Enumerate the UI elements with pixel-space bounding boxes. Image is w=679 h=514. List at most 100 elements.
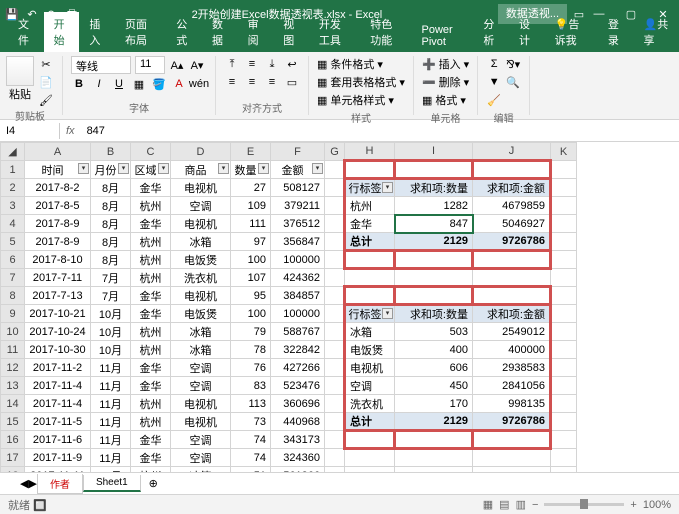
pivot-cell[interactable]: 170 [395, 395, 473, 413]
cell[interactable]: 2017-8-10 [25, 251, 91, 269]
filter-dropdown-icon[interactable]: ▾ [218, 163, 229, 174]
cell[interactable]: 2017-11-4 [25, 377, 91, 395]
row-header[interactable]: 1 [1, 161, 25, 179]
col-header[interactable]: H [345, 143, 395, 161]
pivot-cell[interactable] [345, 251, 395, 269]
pivot-cell[interactable]: 2129 [395, 233, 473, 251]
sheet-tab-sheet1[interactable]: Sheet1 [83, 475, 141, 492]
cell[interactable]: 11月 [91, 359, 131, 377]
cell[interactable] [551, 431, 577, 449]
cell[interactable] [325, 269, 345, 287]
cell[interactable]: 427266 [271, 359, 325, 377]
pivot-cell[interactable]: 总计 [345, 413, 395, 431]
tab-formula[interactable]: 公式 [166, 12, 202, 52]
cell[interactable]: 电视机 [171, 413, 231, 431]
pivot-cell[interactable] [345, 431, 395, 449]
pivot-cell[interactable]: 503 [395, 323, 473, 341]
row-header[interactable]: 7 [1, 269, 25, 287]
cell[interactable]: 76 [231, 359, 271, 377]
cell[interactable]: 83 [231, 377, 271, 395]
select-all-cell[interactable]: ◢ [1, 143, 25, 161]
pivot-cell[interactable]: 606 [395, 359, 473, 377]
cell[interactable] [551, 269, 577, 287]
pivot-cell[interactable]: 2841056 [473, 377, 551, 395]
pivot-cell[interactable]: 9726786 [473, 233, 551, 251]
cell[interactable]: 杭州 [131, 251, 171, 269]
cell[interactable]: 2017-7-11 [25, 269, 91, 287]
cell[interactable] [325, 233, 345, 251]
filter-dropdown-icon[interactable]: ▾ [312, 163, 323, 174]
autosum-icon[interactable]: Σ [486, 56, 502, 72]
cell[interactable]: 113 [231, 395, 271, 413]
cell[interactable]: 384857 [271, 287, 325, 305]
zoom-slider[interactable] [544, 503, 624, 506]
worksheet-grid[interactable]: ◢ A B C D E F G H I J K 1时间▾月份▾区域▾商品▾数量▾… [0, 142, 679, 472]
cell[interactable] [325, 323, 345, 341]
row-header[interactable]: 5 [1, 233, 25, 251]
tab-data[interactable]: 数据 [202, 12, 238, 52]
pivot-cell[interactable]: 9726786 [473, 413, 551, 431]
cell[interactable]: 洗衣机 [171, 269, 231, 287]
cell[interactable]: 冰箱 [171, 233, 231, 251]
cell[interactable] [325, 395, 345, 413]
filter-dropdown-icon[interactable]: ▾ [78, 163, 89, 174]
cell[interactable]: 324360 [271, 449, 325, 467]
cell[interactable]: 508127 [271, 179, 325, 197]
sheet-tab-author[interactable]: 作者 [37, 474, 83, 494]
pivot-cell[interactable]: 1282 [395, 197, 473, 215]
cell[interactable]: 100000 [271, 251, 325, 269]
cell[interactable]: 冰箱 [171, 467, 231, 473]
cell[interactable]: 7月 [91, 287, 131, 305]
tab-file[interactable]: 文件 [8, 12, 44, 52]
cell[interactable]: 8月 [91, 197, 131, 215]
wrap-icon[interactable]: ↩ [284, 56, 300, 72]
cell[interactable] [473, 467, 551, 473]
pivot-cell[interactable]: 400 [395, 341, 473, 359]
pivot-cell[interactable]: 行标签▾ [345, 305, 395, 323]
cell[interactable]: 109 [231, 197, 271, 215]
row-header[interactable]: 9 [1, 305, 25, 323]
row-header[interactable]: 14 [1, 395, 25, 413]
row-header[interactable]: 18 [1, 467, 25, 473]
cell[interactable]: 冰箱 [171, 341, 231, 359]
pivot-cell[interactable]: 总计 [345, 233, 395, 251]
name-box[interactable]: I4 [0, 123, 60, 139]
row-header[interactable]: 13 [1, 377, 25, 395]
cell[interactable] [325, 467, 345, 473]
login-button[interactable]: 登录 [598, 12, 634, 52]
cell[interactable] [325, 431, 345, 449]
cell[interactable] [325, 449, 345, 467]
cell[interactable]: 空调 [171, 197, 231, 215]
underline-button[interactable]: U [111, 76, 127, 92]
cell[interactable] [345, 467, 395, 473]
cell[interactable]: 111 [231, 215, 271, 233]
cell[interactable]: 2017-8-9 [25, 233, 91, 251]
pivot-cell[interactable] [395, 251, 473, 269]
phonetic-icon[interactable]: wén [191, 76, 207, 92]
filter-dropdown-icon[interactable]: ▾ [382, 308, 393, 319]
cell[interactable]: 74 [231, 431, 271, 449]
border-icon[interactable]: ▦ [131, 76, 147, 92]
align-top-icon[interactable]: ⤒ [224, 56, 240, 72]
row-header[interactable]: 12 [1, 359, 25, 377]
formula-bar[interactable]: 847 [81, 123, 679, 139]
filter-dropdown-icon[interactable]: ▾ [382, 182, 393, 193]
cell-style-button[interactable]: ▦单元格样式 ▾ [317, 92, 405, 108]
pivot-cell[interactable]: 2549012 [473, 323, 551, 341]
pivot-cell[interactable]: 冰箱 [345, 323, 395, 341]
col-header[interactable]: F [271, 143, 325, 161]
cell[interactable]: 8月 [91, 251, 131, 269]
cell[interactable]: 73 [231, 413, 271, 431]
cell[interactable]: 金华 [131, 431, 171, 449]
cell[interactable]: 2017-11-9 [25, 449, 91, 467]
cell[interactable]: 10月 [91, 323, 131, 341]
zoom-in-icon[interactable]: + [630, 499, 636, 511]
cut-icon[interactable]: ✂ [38, 56, 54, 72]
cell[interactable] [551, 179, 577, 197]
cell[interactable] [551, 449, 577, 467]
cell[interactable] [551, 377, 577, 395]
pivot-cell[interactable] [395, 431, 473, 449]
zoom-level[interactable]: 100% [643, 499, 671, 511]
fill-color-icon[interactable]: 🪣 [151, 76, 167, 92]
cell[interactable]: 金华 [131, 377, 171, 395]
